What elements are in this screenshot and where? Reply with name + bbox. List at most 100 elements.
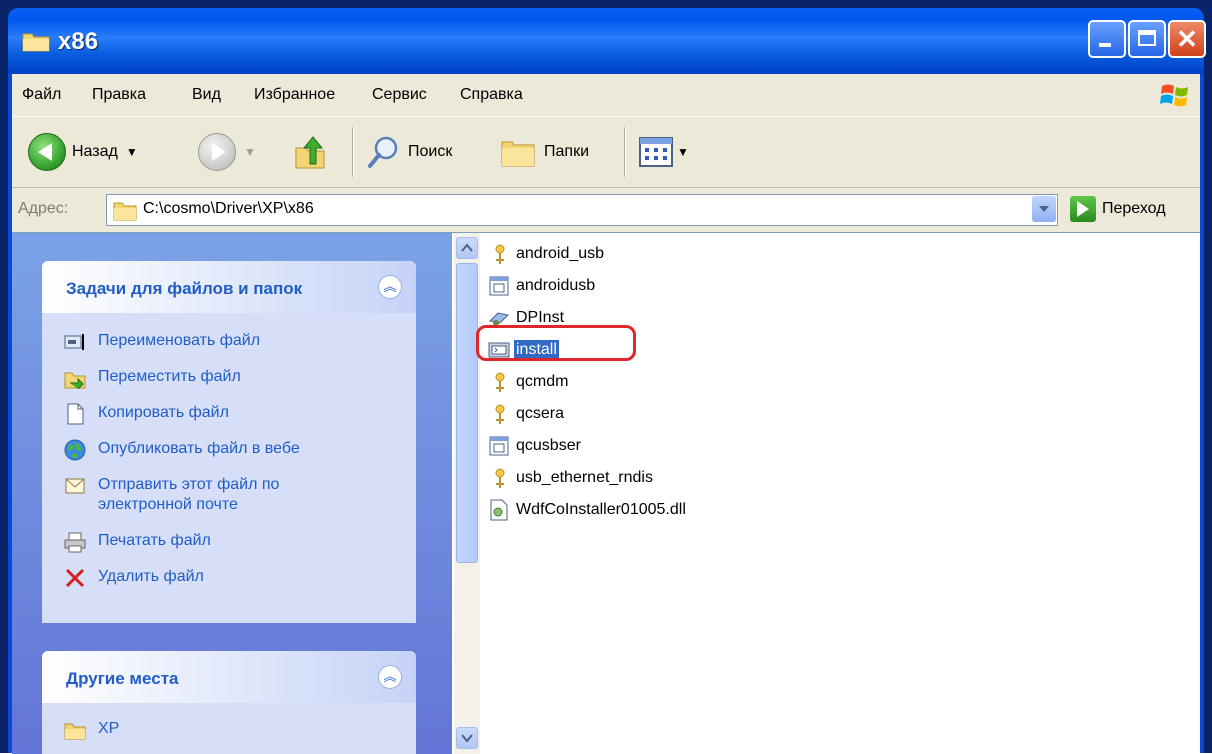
file-item[interactable]: WdfCoInstaller01005.dll [488,495,688,525]
file-item[interactable]: qcsera [488,399,566,429]
task-rename[interactable]: Переименовать файл [64,331,260,353]
menu-file[interactable]: Файл [22,86,61,104]
folders-icon [501,141,535,167]
other-places-title: Другие места [66,669,179,688]
close-icon: ✕ [1176,24,1198,54]
dll-icon [490,499,508,521]
inf-icon [495,468,505,488]
move-icon [64,372,86,389]
file-name: android_usb [516,245,605,262]
file-item[interactable]: android_usb [488,239,606,269]
go-label: Переход [1102,200,1166,217]
address-label: Адрес: [18,200,69,217]
up-folder-button[interactable] [292,133,328,171]
windows-logo-icon [1160,84,1188,107]
file-item[interactable]: qcmdm [488,367,570,397]
menu-tools[interactable]: Сервис [372,86,427,104]
task-label: Опубликовать файл в вебе [98,440,300,457]
scroll-up-button[interactable] [456,237,478,259]
forward-dropdown-icon[interactable]: ▼ [244,145,256,159]
search-icon [368,136,398,168]
file-name: qcsera [516,405,565,422]
scroll-thumb[interactable] [456,263,478,563]
task-label: Отправить этот файл по электронной почте [98,476,280,513]
minimize-button[interactable] [1088,20,1126,58]
place-xp[interactable]: XP [64,719,119,741]
file-tasks-header[interactable]: Задачи для файлов и папок ︽ [42,261,416,313]
window-frame: Файл Правка Вид Избранное Сервис Справка… [8,74,1204,754]
folder-icon [113,202,137,221]
up-folder-icon [295,136,325,169]
other-places-header[interactable]: Другие места ︽ [42,651,416,703]
back-button[interactable]: Назад ▼ [28,133,138,171]
task-print[interactable]: Печатать файл [64,531,211,553]
collapse-chevron-icon[interactable]: ︽ [378,665,402,689]
print-icon [64,532,86,553]
menu-bar: Файл Правка Вид Избранное Сервис Справка [12,74,1200,117]
task-label: Копировать файл [98,404,229,421]
explorer-window: x86 ✕ Файл Правка Вид Избранное Сервис С… [0,0,1212,754]
other-places-panel: Другие места ︽ XP [42,651,416,754]
address-dropdown-button[interactable] [1032,196,1056,222]
back-dropdown-icon[interactable]: ▼ [126,145,138,159]
views-button[interactable]: ▼ [638,133,689,171]
menu-help[interactable]: Справка [460,86,523,104]
task-label: Удалить файл [98,568,204,585]
task-move[interactable]: Переместить файл [64,367,241,389]
maximize-button[interactable] [1128,20,1166,58]
search-button[interactable]: Поиск [366,133,452,171]
views-dropdown-icon[interactable]: ▼ [677,145,689,159]
folders-label: Папки [544,143,589,160]
search-label: Поиск [408,143,453,160]
rename-icon [64,334,84,350]
maximize-icon [1138,30,1156,46]
forward-button[interactable]: ▼ [198,133,256,171]
folder-icon [64,723,86,740]
annotation-highlight [476,325,636,361]
go-arrow-icon [1070,196,1096,222]
content-area: Задачи для файлов и папок ︽ Переименоват… [12,232,1200,754]
web-publish-icon [64,439,86,461]
task-label: Переместить файл [98,368,241,385]
address-bar: Адрес: C:\cosmo\Driver\XP\x86 Переход [12,188,1200,232]
folder-icon [22,33,50,52]
collapse-chevron-icon[interactable]: ︽ [378,275,402,299]
window-title: x86 [58,28,99,55]
file-name: WdfCoInstaller01005.dll [516,501,686,518]
file-name: usb_ethernet_rndis [516,469,653,486]
task-delete[interactable]: Удалить файл [64,567,204,589]
folders-button[interactable]: Папки [498,133,589,171]
file-tasks-panel: Задачи для файлов и папок ︽ Переименоват… [42,261,416,623]
task-pane: Задачи для файлов и папок ︽ Переименоват… [12,233,452,754]
scroll-down-button[interactable] [456,727,478,749]
task-publish[interactable]: Опубликовать файл в вебе [64,439,300,461]
toolbar-separator [352,127,354,177]
task-email[interactable]: Отправить этот файл по электронной почте [64,475,324,515]
go-button[interactable]: Переход [1070,196,1166,222]
file-item[interactable]: androidusb [488,271,597,301]
title-bar[interactable]: x86 ✕ [8,8,1206,74]
file-item[interactable]: usb_ethernet_rndis [488,463,655,493]
vertical-scrollbar[interactable] [454,233,480,754]
address-path: C:\cosmo\Driver\XP\x86 [143,200,314,217]
chevron-down-icon [461,734,473,743]
close-button[interactable]: ✕ [1168,20,1206,58]
menu-favorites[interactable]: Избранное [254,86,335,104]
address-input[interactable]: C:\cosmo\Driver\XP\x86 [106,194,1058,226]
file-name: qcusbser [516,437,581,454]
back-arrow-icon [28,133,66,171]
inf-icon [495,372,505,392]
chevron-up-icon [461,243,473,252]
sys-icon [489,276,509,296]
forward-arrow-icon [198,133,236,171]
copy-icon [67,403,84,425]
toolbar: Назад ▼ ▼ Поиск Папки ▼ [12,117,1200,188]
task-label: Печатать файл [98,532,211,549]
file-item[interactable]: qcusbser [488,431,583,461]
task-copy[interactable]: Копировать файл [64,403,229,425]
file-name: qcmdm [516,373,569,390]
menu-edit[interactable]: Правка [92,86,146,104]
toolbar-separator [624,127,626,177]
menu-view[interactable]: Вид [192,86,221,104]
chevron-down-icon [1039,206,1049,212]
